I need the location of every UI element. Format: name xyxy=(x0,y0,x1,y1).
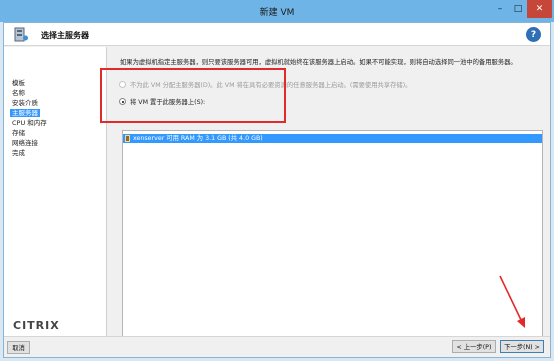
server-list[interactable]: xenserver 可用 RAM 为 3.1 GB (共 4.0 GB) xyxy=(122,130,543,346)
nav-item-home-server[interactable]: 主服务器 xyxy=(10,109,40,117)
maximize-button[interactable]: □ xyxy=(509,0,527,18)
previous-button[interactable]: < 上一步(P) xyxy=(452,340,496,353)
annotation-arrow-icon xyxy=(499,275,525,328)
description-text: 如果为虚拟机指定主服务器，则只要该服务器可用，虚拟机就始终在该服务器上启动。如果… xyxy=(120,59,517,66)
button-bar: 取消 < 上一步(P) 下一步(N) > xyxy=(4,336,550,357)
window-title: 新建 VM xyxy=(259,8,295,18)
close-button[interactable]: ✕ xyxy=(527,0,552,18)
help-icon[interactable]: ? xyxy=(526,27,541,42)
wizard-steps: 模板 名称 安装介质 主服务器 CPU 和内存 存储 网络连接 完成 CITRI… xyxy=(4,47,107,336)
nav-item-finish[interactable]: 完成 xyxy=(10,149,27,157)
title-bar: 新建 VM – □ ✕ xyxy=(0,0,554,22)
server-list-item[interactable]: xenserver 可用 RAM 为 3.1 GB (共 4.0 GB) xyxy=(123,134,542,143)
next-button[interactable]: 下一步(N) > xyxy=(500,340,544,353)
nav-item-networking[interactable]: 网络连接 xyxy=(10,139,40,147)
nav-item-install-media[interactable]: 安装介质 xyxy=(10,99,40,107)
page-title: 选择主服务器 xyxy=(41,31,89,40)
wizard-header: 选择主服务器 ? xyxy=(4,23,550,46)
annotation-highlight-box xyxy=(100,68,286,123)
server-icon xyxy=(14,27,28,42)
nav-item-name[interactable]: 名称 xyxy=(10,89,27,97)
server-label: xenserver 可用 RAM 为 3.1 GB (共 4.0 GB) xyxy=(133,135,263,142)
minimize-button[interactable]: – xyxy=(491,0,509,18)
nav-item-template[interactable]: 模板 xyxy=(10,79,27,87)
citrix-logo: CITRIX xyxy=(13,319,60,332)
nav-item-cpu-memory[interactable]: CPU 和内存 xyxy=(10,119,49,127)
cancel-button[interactable]: 取消 xyxy=(7,341,30,354)
host-server-icon xyxy=(125,135,130,142)
nav-item-storage[interactable]: 存储 xyxy=(10,129,27,137)
